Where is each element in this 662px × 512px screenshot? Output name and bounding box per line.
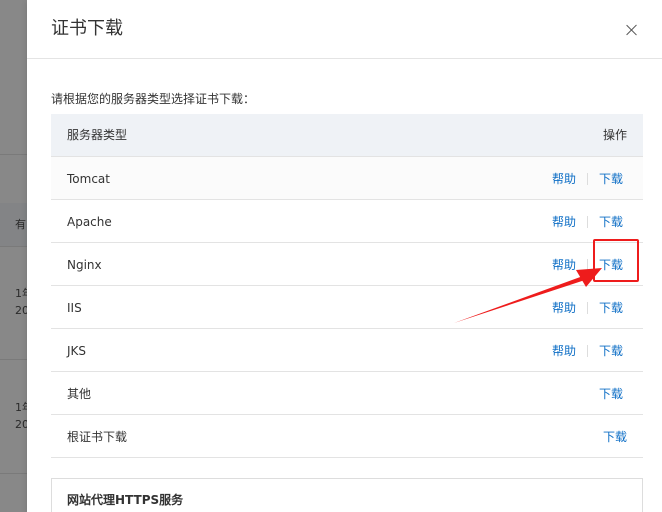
modal-header: 证书下载 (27, 0, 662, 59)
table-row: Tomcat 帮助 下载 (51, 157, 643, 200)
help-link[interactable]: 帮助 (552, 300, 576, 316)
download-link[interactable]: 下载 (603, 429, 627, 445)
intro-text: 请根据您的服务器类型选择证书下载： (51, 92, 256, 106)
bg-divider (0, 246, 27, 247)
download-link[interactable]: 下载 (599, 171, 623, 187)
column-header-operations: 操作 (602, 128, 627, 142)
server-name: Apache (67, 215, 112, 229)
table-row: 根证书下载 下载 (51, 415, 643, 458)
download-link[interactable]: 下载 (599, 386, 623, 402)
table-row: 其他 下载 (51, 372, 643, 415)
row-actions: 下载 (603, 429, 627, 445)
server-name: Nginx (67, 258, 102, 272)
close-icon[interactable] (624, 22, 640, 38)
bg-cell: 20 (15, 304, 27, 317)
certificate-download-modal: 证书下载 请根据您的服务器类型选择证书下载： 服务器类型 操作 Tomcat 帮… (27, 0, 662, 512)
table-row: IIS 帮助 下载 (51, 286, 643, 329)
modal-title: 证书下载 (51, 18, 123, 39)
server-type-table: 服务器类型 操作 Tomcat 帮助 下载 Apache 帮助 下载 Nginx… (51, 114, 643, 458)
server-name: Tomcat (67, 172, 110, 186)
bg-divider (0, 473, 27, 474)
divider (586, 345, 588, 357)
row-actions: 下载 (599, 386, 623, 402)
divider (586, 302, 588, 314)
divider (586, 259, 588, 271)
download-link[interactable]: 下载 (599, 343, 623, 359)
divider (586, 173, 588, 185)
divider (586, 216, 588, 228)
server-name: IIS (67, 301, 82, 315)
server-name: 根证书下载 (67, 430, 128, 444)
help-link[interactable]: 帮助 (552, 257, 576, 273)
column-header-server-type: 服务器类型 (67, 128, 128, 142)
bg-cell: 1年 (15, 287, 27, 300)
bg-divider (0, 359, 27, 360)
row-actions: 帮助 下载 (552, 171, 623, 187)
help-link[interactable]: 帮助 (552, 214, 576, 230)
download-link[interactable]: 下载 (599, 214, 623, 230)
row-actions: 帮助 下载 (552, 300, 623, 316)
bg-table-header: 有 (0, 203, 27, 246)
table-row: Nginx 帮助 下载 (51, 243, 643, 286)
background-page: 有 1年 20 1年 20 (0, 0, 27, 512)
bg-header-text: 有 (15, 218, 26, 231)
help-link[interactable]: 帮助 (552, 171, 576, 187)
help-link[interactable]: 帮助 (552, 343, 576, 359)
server-name: JKS (67, 344, 87, 358)
row-actions: 帮助 下载 (552, 214, 623, 230)
server-name: 其他 (67, 387, 92, 401)
bg-cell: 20 (15, 418, 27, 431)
highlight-box (593, 239, 639, 282)
table-row: JKS 帮助 下载 (51, 329, 643, 372)
https-proxy-section: 网站代理HTTPS服务 (51, 478, 643, 512)
table-header: 服务器类型 操作 (51, 114, 643, 157)
download-link[interactable]: 下载 (599, 300, 623, 316)
bg-cell: 1年 (15, 401, 27, 414)
https-section-title: 网站代理HTTPS服务 (67, 493, 184, 507)
row-actions: 帮助 下载 (552, 343, 623, 359)
table-row: Apache 帮助 下载 (51, 200, 643, 243)
bg-divider (0, 154, 27, 155)
